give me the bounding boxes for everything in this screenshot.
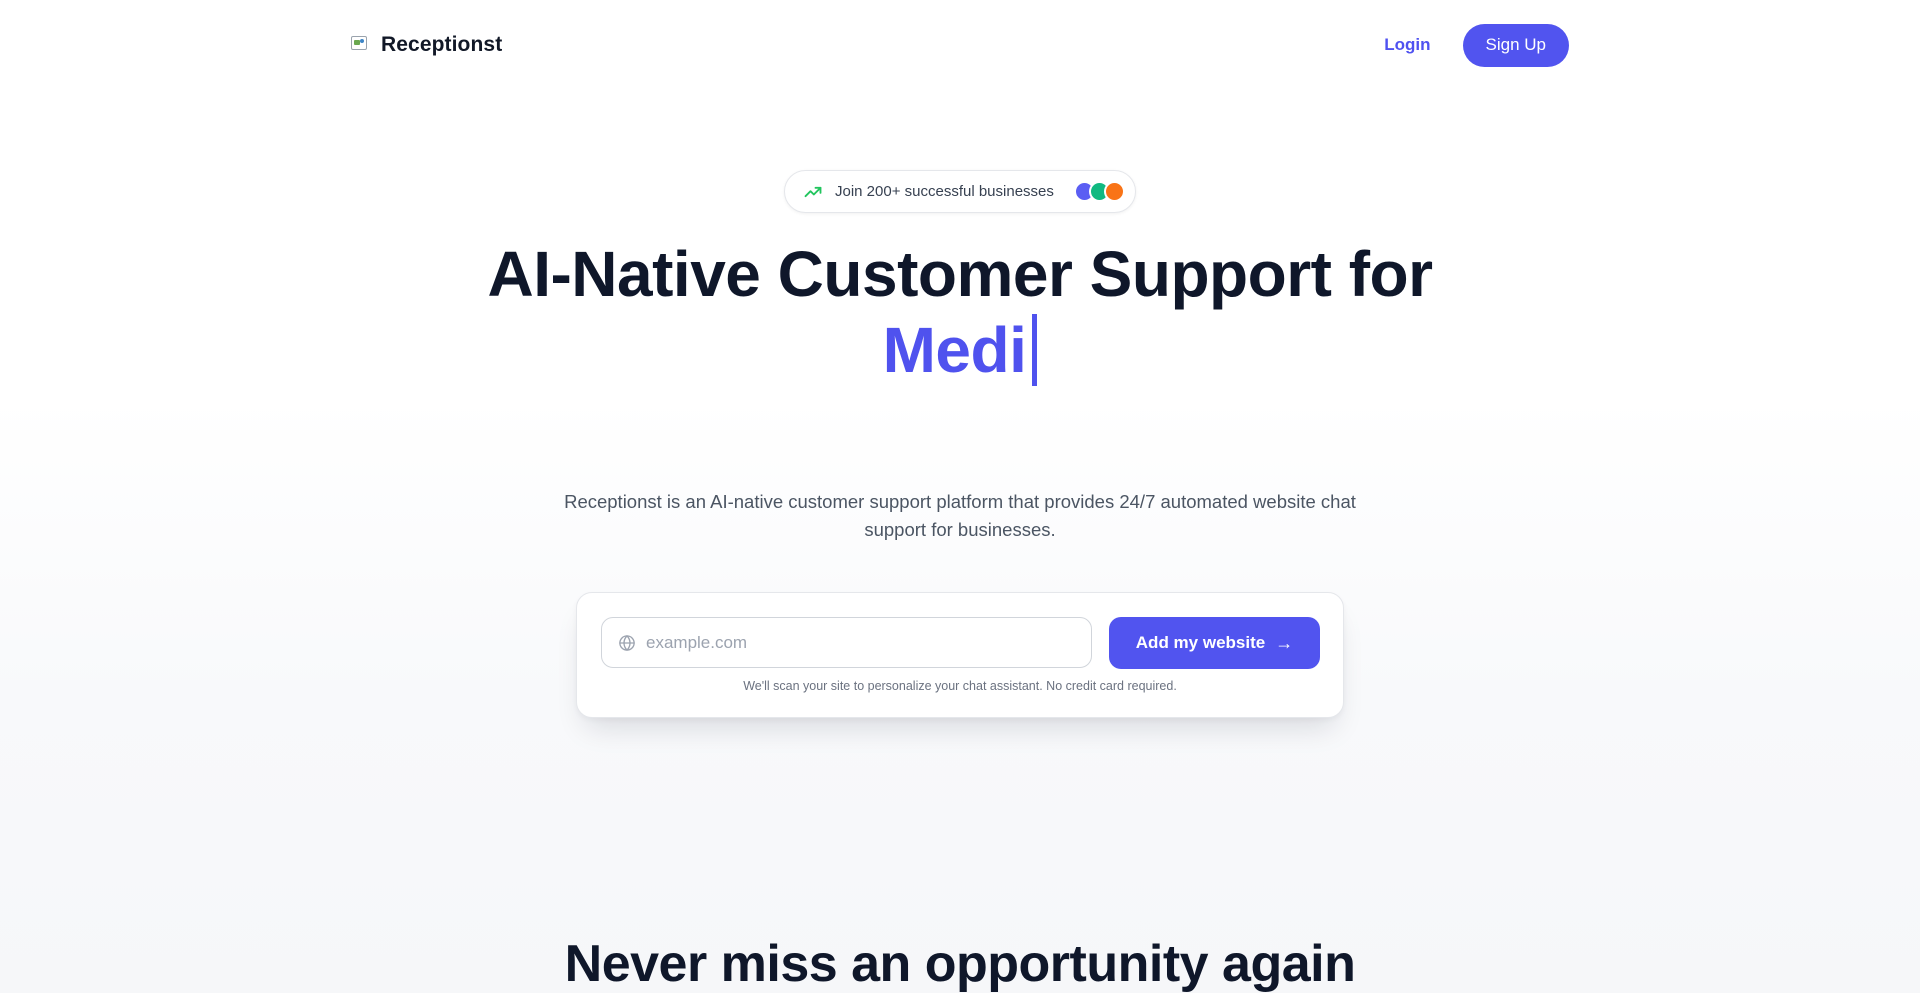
login-link[interactable]: Login <box>1384 35 1430 55</box>
section-title: Never miss an opportunity again <box>564 935 1356 993</box>
globe-icon <box>618 634 636 652</box>
hero-typing-line: Medi <box>0 312 1920 392</box>
typing-cursor <box>1032 314 1038 386</box>
add-website-button[interactable]: Add my website → <box>1109 617 1320 669</box>
add-website-label: Add my website <box>1135 633 1266 652</box>
website-signup-card: Add my website → We'll scan your site to… <box>576 592 1344 718</box>
brand[interactable]: Receptionst <box>351 33 502 57</box>
website-url-input[interactable] <box>646 618 1091 667</box>
badge-text: Join 200+ successful businesses <box>835 183 1054 200</box>
hero-typing-text: Medi <box>882 314 1027 386</box>
social-proof-badge: Join 200+ successful businesses <box>784 170 1136 213</box>
website-input-wrapper[interactable] <box>601 617 1092 668</box>
broken-image-logo-icon <box>351 34 367 56</box>
trending-up-icon <box>803 182 823 202</box>
landing-page: Receptionst Login Sign Up Join 200+ succ… <box>0 0 1920 993</box>
hero-description: Receptionst is an AI-native customer sup… <box>564 491 1356 540</box>
nav-actions: Login Sign Up <box>1384 23 1569 67</box>
avatar <box>1103 181 1125 202</box>
brand-name: Receptionst <box>381 33 503 56</box>
hero-title: AI-Native Customer Support for <box>487 238 1433 310</box>
arrow-right-icon: → <box>1275 633 1294 653</box>
top-nav: Receptionst Login Sign Up <box>351 23 1569 67</box>
avatar-group <box>1073 181 1125 202</box>
signup-note: We'll scan your site to personalize your… <box>743 679 1177 693</box>
signup-button[interactable]: Sign Up <box>1462 23 1569 67</box>
